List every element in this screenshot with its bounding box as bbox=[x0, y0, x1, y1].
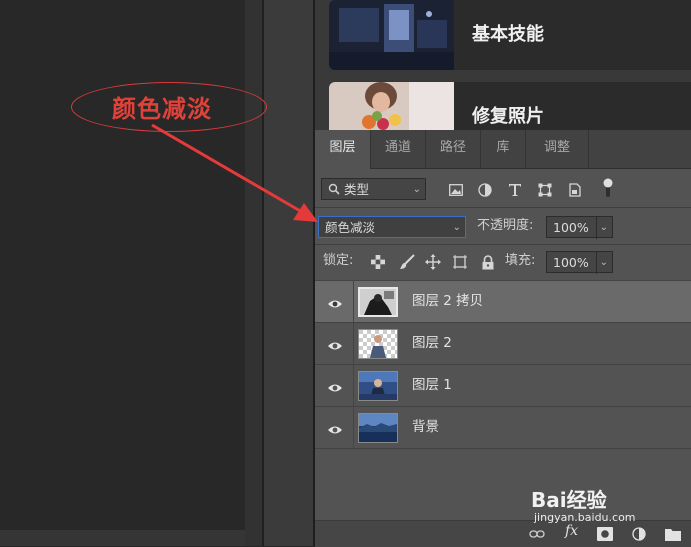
watermark-url: jingyan.baidu.com bbox=[534, 511, 636, 524]
annotation-arrow bbox=[151, 123, 318, 222]
watermark-logo: Bai经验 bbox=[531, 488, 607, 512]
